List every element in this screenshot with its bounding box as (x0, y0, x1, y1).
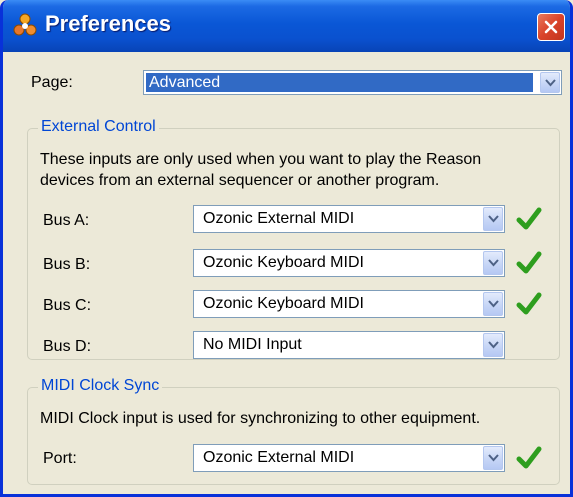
midi-clock-description: MIDI Clock input is used for synchronizi… (40, 410, 481, 427)
bus-a-dropdown[interactable]: Ozonic External MIDI (193, 205, 505, 233)
external-control-title: External Control (38, 118, 159, 136)
preferences-window: Preferences Page: Advanced External Cont… (0, 0, 573, 497)
page-dropdown[interactable]: Advanced (143, 70, 562, 95)
bus-d-label: Bus D: (43, 338, 92, 355)
midi-clock-sync-title: MIDI Clock Sync (38, 377, 163, 395)
close-icon (544, 20, 558, 34)
checkmark-icon (516, 292, 542, 315)
bus-b-value: Ozonic Keyboard MIDI (203, 254, 364, 271)
bus-b-label: Bus B: (43, 256, 91, 273)
bus-c-value: Ozonic Keyboard MIDI (203, 295, 364, 312)
checkmark-icon (516, 207, 542, 230)
port-dropdown-button[interactable] (483, 446, 503, 470)
bus-c-label: Bus C: (43, 297, 92, 314)
external-control-description-line1: These inputs are only used when you want… (40, 151, 482, 168)
chevron-down-icon (545, 78, 556, 86)
chevron-down-icon (488, 300, 499, 308)
bus-d-dropdown[interactable]: No MIDI Input (193, 331, 505, 359)
page-dropdown-button[interactable] (540, 72, 560, 93)
page-dropdown-value: Advanced (146, 73, 533, 92)
title-bar[interactable]: Preferences (3, 0, 570, 52)
chevron-down-icon (488, 259, 499, 267)
bus-b-dropdown-button[interactable] (483, 251, 503, 275)
chevron-down-icon (488, 454, 499, 462)
reason-app-icon (13, 13, 37, 36)
close-button[interactable] (537, 13, 565, 41)
bus-a-label: Bus A: (43, 212, 90, 229)
port-dropdown[interactable]: Ozonic External MIDI (193, 444, 505, 472)
bus-d-dropdown-button[interactable] (483, 333, 503, 357)
bus-a-dropdown-button[interactable] (483, 207, 503, 231)
bus-c-dropdown[interactable]: Ozonic Keyboard MIDI (193, 290, 505, 318)
external-control-description: These inputs are only used when you want… (40, 149, 481, 191)
chevron-down-icon (488, 215, 499, 223)
external-control-description-line2: devices from an external sequencer or an… (40, 172, 440, 189)
bus-d-value: No MIDI Input (203, 336, 302, 353)
bus-a-value: Ozonic External MIDI (203, 210, 355, 227)
bus-b-dropdown[interactable]: Ozonic Keyboard MIDI (193, 249, 505, 277)
page-label: Page: (31, 74, 73, 91)
port-label: Port: (43, 450, 77, 467)
window-title: Preferences (45, 11, 171, 36)
chevron-down-icon (488, 341, 499, 349)
bus-c-dropdown-button[interactable] (483, 292, 503, 316)
checkmark-icon (516, 446, 542, 469)
checkmark-icon (516, 251, 542, 274)
port-value: Ozonic External MIDI (203, 449, 355, 466)
external-control-group: External Control These inputs are only u… (27, 118, 560, 360)
